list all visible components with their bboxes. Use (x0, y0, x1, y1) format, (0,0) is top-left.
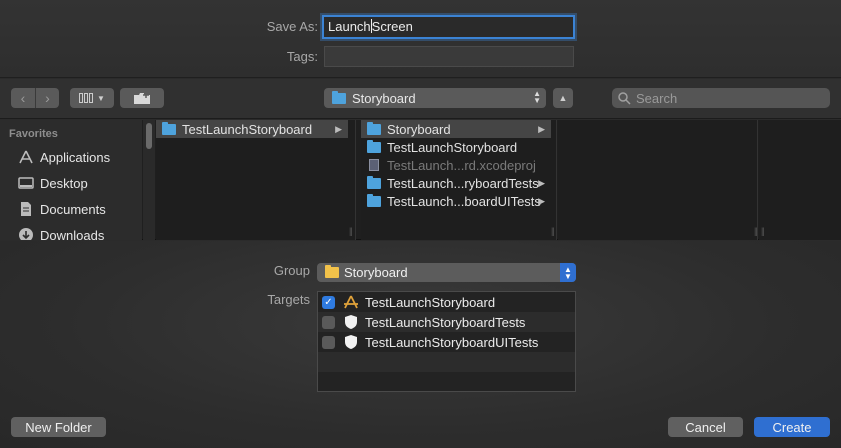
target-row[interactable]: ✓ TestLaunchStoryboard (318, 292, 575, 312)
list-item[interactable]: TestLaunchStoryboard ▶ (156, 120, 348, 138)
sidebar-item-downloads[interactable]: Downloads (16, 225, 104, 240)
cancel-button[interactable]: Cancel (668, 417, 743, 437)
target-label: TestLaunchStoryboard (365, 294, 496, 310)
list-item-label: TestLaunchStoryboard (182, 121, 313, 137)
save-as-value-end: Screen (371, 19, 413, 34)
folder-icon (367, 175, 381, 189)
group-value: Storyboard (344, 265, 408, 280)
save-as-label: Save As: (266, 19, 318, 34)
list-item[interactable]: TestLaunch...boardUITests ▶ (361, 192, 551, 210)
target-checkbox[interactable] (322, 335, 335, 349)
file-browser: Favorites Applications Desktop Documents… (0, 120, 841, 240)
list-item-label: TestLaunch...boardUITests (387, 193, 541, 209)
folder-icon (367, 193, 381, 207)
target-checkbox[interactable] (322, 315, 335, 329)
view-mode-button[interactable]: ▼ (70, 88, 114, 108)
chevron-up-icon: ▲ (558, 93, 568, 103)
options-panel: Group Storyboard ▲ ▼ Targets ✓ TestLaunch… (0, 241, 841, 448)
column-view-icon (79, 93, 94, 103)
updown-chevron-icon: ▲ ▼ (560, 263, 576, 282)
sidebar-scrollbar[interactable] (143, 120, 155, 240)
search-field[interactable]: Search (612, 88, 830, 108)
list-item[interactable]: TestLaunch...ryboardTests ▶ (361, 174, 551, 192)
tags-label: Tags: (286, 49, 318, 64)
chevron-right-icon: ▶ (538, 195, 545, 206)
new-folder-toolbar-button[interactable] (120, 88, 164, 108)
column-resize-handle[interactable]: || (349, 226, 353, 236)
sidebar-heading: Favorites (9, 128, 58, 140)
list-item-label: TestLaunch...rd.xcodeproj (387, 157, 536, 173)
folder-plus-icon (134, 91, 150, 104)
chevron-right-icon: ▶ (538, 177, 545, 188)
browser-column-1: TestLaunchStoryboard ▶ || (156, 120, 356, 240)
browser-column-4: || (759, 120, 841, 240)
updown-chevron-icon: ▲ ▼ (533, 89, 541, 105)
sidebar-item-label: Desktop (40, 175, 88, 191)
sidebar-item-documents[interactable]: Documents (16, 199, 106, 219)
test-shield-icon (343, 314, 359, 330)
target-label: TestLaunchStoryboardUITests (365, 334, 539, 350)
new-folder-button[interactable]: New Folder (11, 417, 106, 437)
list-item[interactable]: TestLaunch...rd.xcodeproj (361, 156, 551, 174)
targets-list: ✓ TestLaunchStoryboard TestLaunchStorybo… (317, 291, 576, 392)
browser-column-2: Storyboard ▶ TestLaunchStoryboard TestLa… (361, 120, 557, 240)
list-item-label: TestLaunch...ryboardTests (387, 175, 539, 191)
chevron-right-icon: ▶ (335, 123, 342, 134)
expand-button[interactable]: ▲ (553, 88, 573, 108)
target-checkbox[interactable]: ✓ (322, 295, 335, 309)
list-item-label: Storyboard (387, 121, 451, 137)
xcodeproj-icon (369, 159, 379, 171)
applications-icon (16, 150, 36, 164)
navigation-toolbar: ‹ › ▼ Storyboard ▲ ▼ ▲ Search (0, 79, 841, 119)
sidebar-item-label: Applications (40, 149, 111, 165)
documents-icon (16, 201, 36, 217)
location-label: Storyboard (352, 90, 416, 106)
sidebar: Favorites Applications Desktop Documents… (0, 120, 142, 240)
list-item[interactable]: TestLaunchStoryboard (361, 138, 551, 156)
sidebar-item-desktop[interactable]: Desktop (16, 173, 88, 193)
desktop-icon (16, 176, 36, 190)
column-resize-handle[interactable]: || (761, 226, 765, 236)
create-button[interactable]: Create (754, 417, 830, 437)
group-popup[interactable]: Storyboard ▲ ▼ (317, 263, 576, 282)
folder-icon (367, 121, 381, 135)
location-popup[interactable]: Storyboard ▲ ▼ (324, 88, 546, 108)
target-row[interactable]: TestLaunchStoryboardTests (318, 312, 575, 332)
browser-column-3: || (558, 120, 758, 240)
target-row[interactable]: TestLaunchStoryboardUITests (318, 332, 575, 352)
scroll-thumb[interactable] (146, 123, 152, 149)
chevron-right-icon: ▶ (538, 123, 545, 134)
target-label: TestLaunchStoryboardTests (365, 314, 526, 330)
chevron-left-icon[interactable]: ‹ (11, 88, 35, 108)
save-header: Save As: LaunchScreen Tags: (0, 0, 841, 78)
search-icon (618, 91, 631, 105)
folder-icon (332, 90, 346, 104)
sidebar-item-applications[interactable]: Applications (16, 147, 110, 167)
list-item-label: TestLaunchStoryboard (387, 139, 518, 155)
save-as-value-start: Launch (328, 19, 371, 34)
back-forward-control: ‹ › (11, 88, 59, 108)
folder-icon (325, 265, 339, 278)
chevron-down-icon: ▼ (97, 93, 105, 103)
sidebar-item-label: Documents (40, 201, 106, 217)
group-label: Group (273, 263, 310, 278)
downloads-icon (16, 227, 36, 240)
sidebar-item-label: Downloads (40, 227, 105, 241)
list-item[interactable]: Storyboard ▶ (361, 120, 551, 138)
folder-icon (162, 121, 176, 135)
column-resize-handle[interactable]: || (754, 226, 758, 236)
save-as-field[interactable]: LaunchScreen (322, 15, 575, 39)
column-resize-handle[interactable]: || (551, 226, 555, 236)
targets-label: Targets (267, 292, 310, 307)
test-shield-icon (343, 334, 359, 350)
app-target-icon (343, 294, 359, 310)
search-placeholder: Search (636, 90, 678, 106)
folder-icon (367, 139, 381, 153)
target-row-empty (318, 352, 575, 372)
tags-field[interactable] (324, 46, 574, 67)
chevron-right-icon[interactable]: › (35, 88, 59, 108)
